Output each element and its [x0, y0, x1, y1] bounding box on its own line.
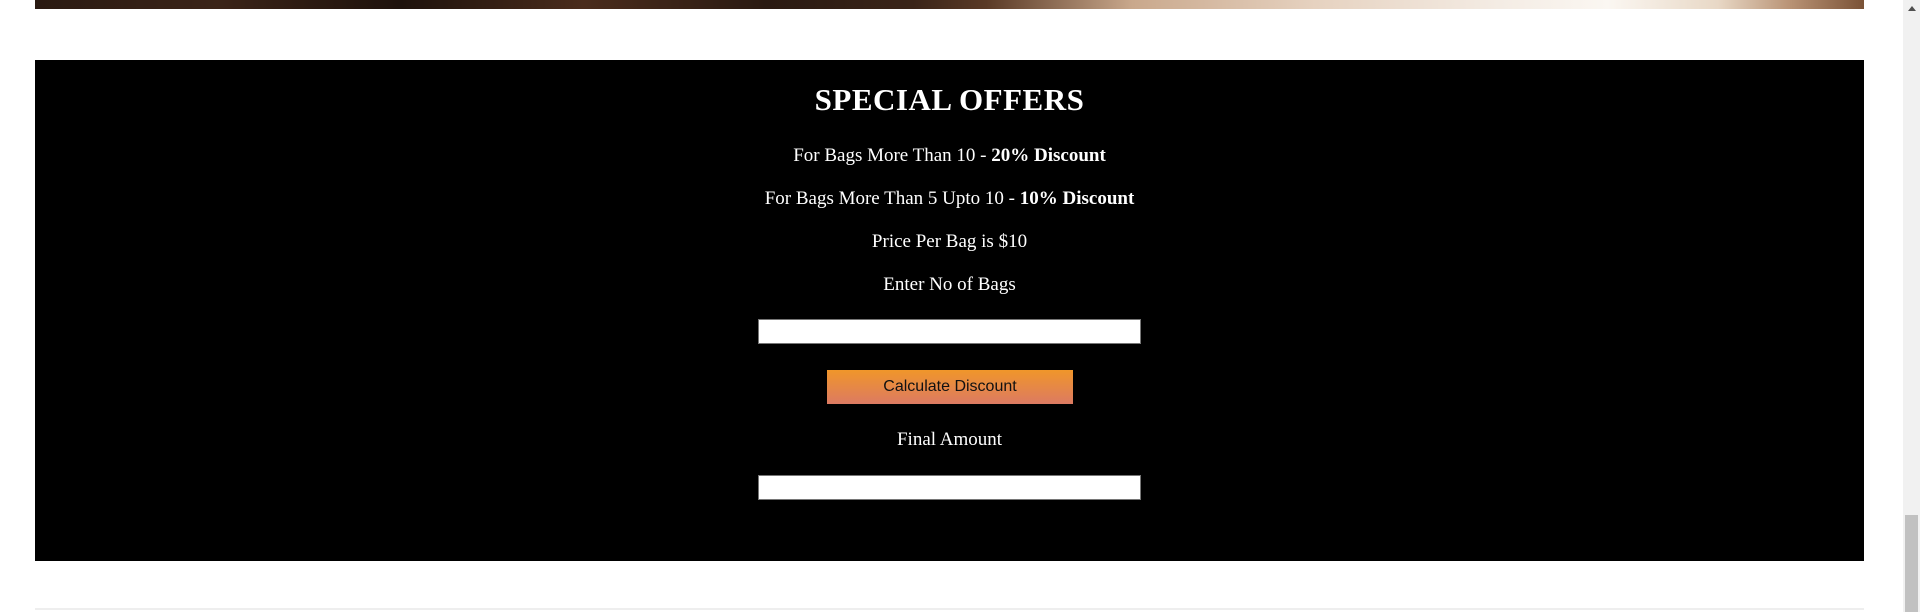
special-offers-title: SPECIAL OFFERS	[814, 82, 1085, 117]
hero-image-bottom-edge	[35, 0, 1864, 9]
page: SPECIAL OFFERS For Bags More Than 10 - 2…	[0, 0, 1920, 612]
special-offers-section: SPECIAL OFFERS For Bags More Than 10 - 2…	[35, 60, 1864, 561]
final-amount-field[interactable]	[758, 475, 1141, 500]
vertical-scrollbar[interactable]	[1903, 0, 1920, 612]
offer-10-discount: 10% Discount	[1019, 188, 1135, 209]
offer-line-over-10: For Bags More Than 10 - 20% Discount	[35, 145, 1864, 167]
offer-line-5-to-10-text: For Bags More Than 5 Upto 10 -	[764, 188, 1020, 209]
price-per-bag-text: Price Per Bag is $10	[871, 231, 1028, 252]
bags-count-input[interactable]	[758, 319, 1141, 344]
offer-line-over-10-text: For Bags More Than 10 -	[793, 145, 992, 166]
footer-divider	[35, 608, 1864, 610]
calculate-discount-button[interactable]: Calculate Discount	[827, 370, 1073, 404]
scrollbar-thumb[interactable]	[1905, 515, 1918, 612]
offer-20-discount: 20% Discount	[991, 145, 1106, 166]
final-amount-label: Final Amount	[896, 429, 1003, 450]
bags-count-label: Enter No of Bags	[883, 274, 1016, 295]
scroll-up-arrow-icon[interactable]	[1903, 0, 1920, 17]
offer-line-5-to-10: For Bags More Than 5 Upto 10 - 10% Disco…	[35, 188, 1864, 210]
